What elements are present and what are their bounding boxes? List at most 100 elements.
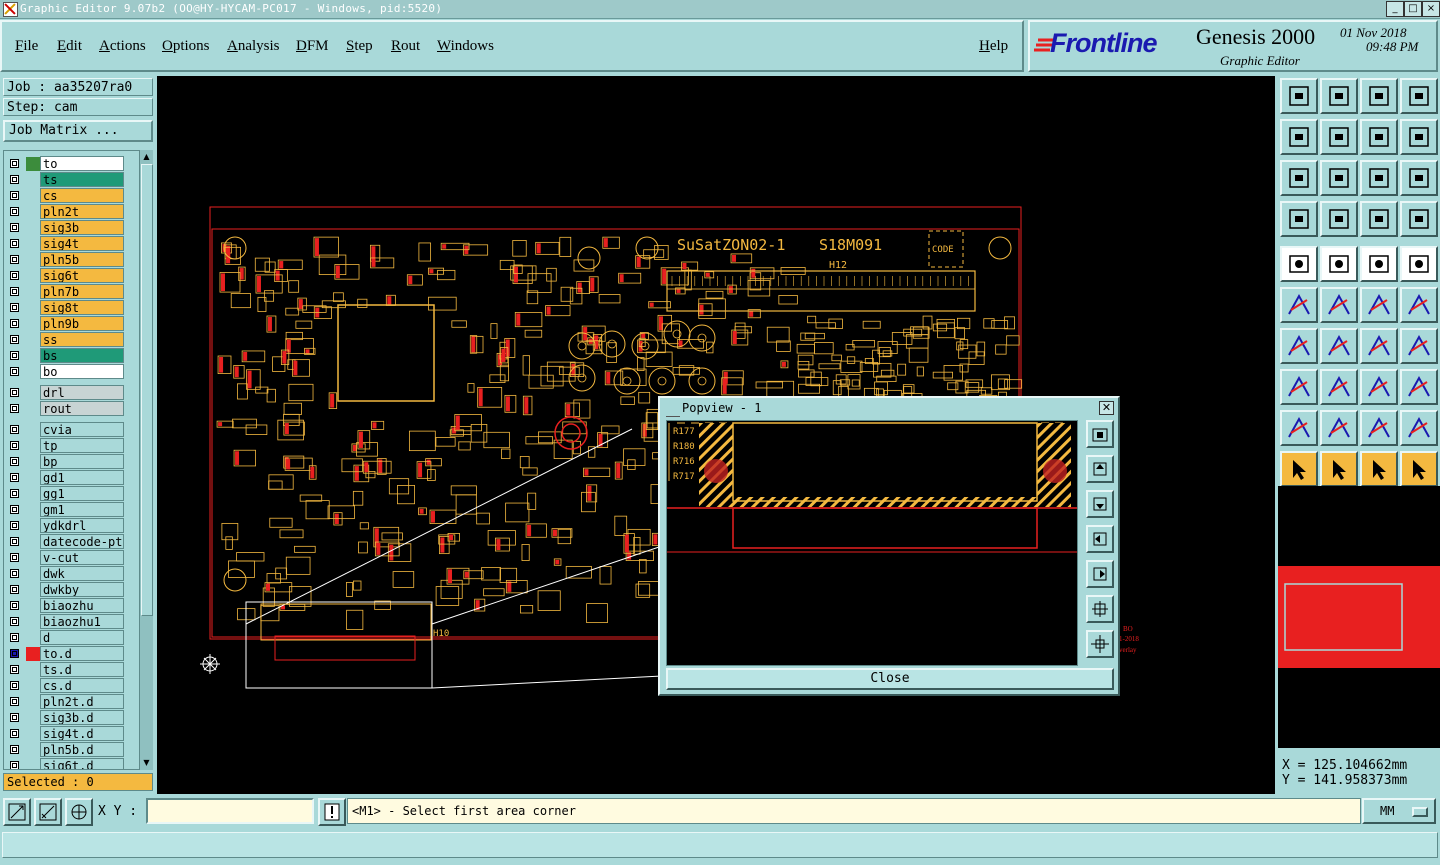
maximize-button[interactable]: □ [1404,1,1422,17]
pointer-box-button[interactable] [1320,451,1358,487]
layer-row[interactable]: v-cut [4,550,142,566]
layer-checkbox[interactable] [10,457,19,466]
layer-row[interactable]: pln5b.d [4,742,142,758]
menu-options[interactable]: Options [162,38,210,55]
layer-checkbox[interactable] [10,537,19,546]
export-button[interactable] [1320,119,1358,155]
layer-row[interactable]: pln2t.d [4,694,142,710]
layer-name[interactable]: sig8t [40,300,124,315]
layer-row[interactable]: pln9b [4,316,142,332]
layer-row[interactable]: d [4,630,142,646]
menu-windows[interactable]: Windows [437,38,494,55]
window-button[interactable] [1400,78,1438,114]
layer-name[interactable]: ss [40,332,124,347]
scale-button[interactable] [1360,160,1398,196]
overview-map[interactable] [1278,486,1440,748]
menu-rout[interactable]: Rout [391,38,420,55]
layer-name[interactable]: pln2t [40,204,124,219]
layer-checkbox[interactable] [10,351,19,360]
link-button[interactable] [1400,287,1438,323]
layer-name[interactable]: cvia [40,422,124,437]
layer-row[interactable]: gd1 [4,470,142,486]
layer-row[interactable]: biaozhu1 [4,614,142,630]
layer-row[interactable]: sig8t [4,300,142,316]
menu-help[interactable]: Help [979,38,1008,55]
pv-pan-down-button[interactable] [1086,490,1114,518]
pad-button[interactable] [1400,246,1438,282]
layer-row[interactable]: tp [4,438,142,454]
arc-button[interactable] [1360,328,1398,364]
layer-name[interactable]: gd1 [40,470,124,485]
menu-actions[interactable]: Actions [99,38,146,55]
layer-name[interactable]: sig3b.d [40,710,124,725]
menu-analysis[interactable]: Analysis [227,38,280,55]
menu-dfm[interactable]: DFM [296,38,329,55]
layer-name[interactable]: v-cut [40,550,124,565]
layer-checkbox[interactable] [10,404,19,413]
layer-checkbox[interactable] [10,255,19,264]
layer-row[interactable]: sig3b [4,220,142,236]
layer-name[interactable]: bp [40,454,124,469]
popview-close-icon[interactable]: ✕ [1099,401,1114,415]
connect-button[interactable] [1360,287,1398,323]
layer-name[interactable]: gm1 [40,502,124,517]
layer-row[interactable]: to.d [4,646,142,662]
layer-name[interactable]: sig6t.d [40,758,124,769]
layer-name[interactable]: ts [40,172,124,187]
layer-checkbox[interactable] [10,175,19,184]
snap-button[interactable] [3,798,31,826]
layer-name[interactable]: cs.d [40,678,124,693]
layer-checkbox[interactable] [10,729,19,738]
layer-checkbox[interactable] [10,761,19,769]
a-red-button[interactable] [1400,410,1438,446]
layer-name[interactable]: pln9b [40,316,124,331]
menu-step[interactable]: Step [346,38,373,55]
layer-row[interactable]: bs [4,348,142,364]
layer-checkbox[interactable] [10,665,19,674]
draw-tool-button[interactable] [1320,246,1358,282]
layer-row[interactable]: ts [4,172,142,188]
layer-checkbox[interactable] [10,287,19,296]
layer-name[interactable]: bs [40,348,124,363]
layer-checkbox[interactable] [10,713,19,722]
scroll-down-icon[interactable]: ▼ [141,758,152,768]
menu-file[interactable]: File [15,38,38,55]
layer-row[interactable]: dwkby [4,582,142,598]
layer-checkbox[interactable] [10,223,19,232]
layer-row[interactable]: bo [4,364,142,380]
a-button[interactable] [1320,410,1358,446]
scroll-thumb[interactable] [141,164,153,616]
layer-name[interactable]: sig6t [40,268,124,283]
pointer-alt-button[interactable] [1360,451,1398,487]
triangle-button[interactable] [1280,410,1318,446]
layer-row[interactable]: ss [4,332,142,348]
pv-zoom-home-button[interactable] [1086,420,1114,448]
grid-button[interactable] [65,798,93,826]
layer-row[interactable]: ydkdrl [4,518,142,534]
layer-row[interactable]: ts.d [4,662,142,678]
layer-checkbox[interactable] [10,335,19,344]
layer-checkbox[interactable] [10,585,19,594]
layer-row[interactable]: pln5b [4,252,142,268]
pv-pan-up-button[interactable] [1086,455,1114,483]
layer-checkbox[interactable] [10,601,19,610]
settings-button[interactable] [1280,201,1318,237]
frontline-button[interactable] [1400,328,1438,364]
layer-row[interactable]: cvia [4,422,142,438]
layer-name[interactable]: to [40,156,124,171]
layer-name[interactable]: ydkdrl [40,518,124,533]
popview-canvas[interactable]: R177 R180 R716 R717 [666,420,1078,666]
pv-zoom-out-button[interactable] [1086,630,1114,658]
dim-button[interactable] [1360,369,1398,405]
layer-row[interactable]: pln7b [4,284,142,300]
layer-checkbox[interactable] [10,617,19,626]
layer-name[interactable]: cs [40,188,124,203]
undo-button[interactable] [1360,119,1398,155]
layer-name[interactable]: pln5b [40,252,124,267]
units-select[interactable]: MM [1362,798,1436,824]
pv-zoom-in-button[interactable] [1086,595,1114,623]
scroll-up-icon[interactable]: ▲ [141,152,152,162]
job-matrix-button[interactable]: Job Matrix ... [3,120,153,142]
layer-row[interactable]: to [4,156,142,172]
save-button[interactable] [1320,78,1358,114]
